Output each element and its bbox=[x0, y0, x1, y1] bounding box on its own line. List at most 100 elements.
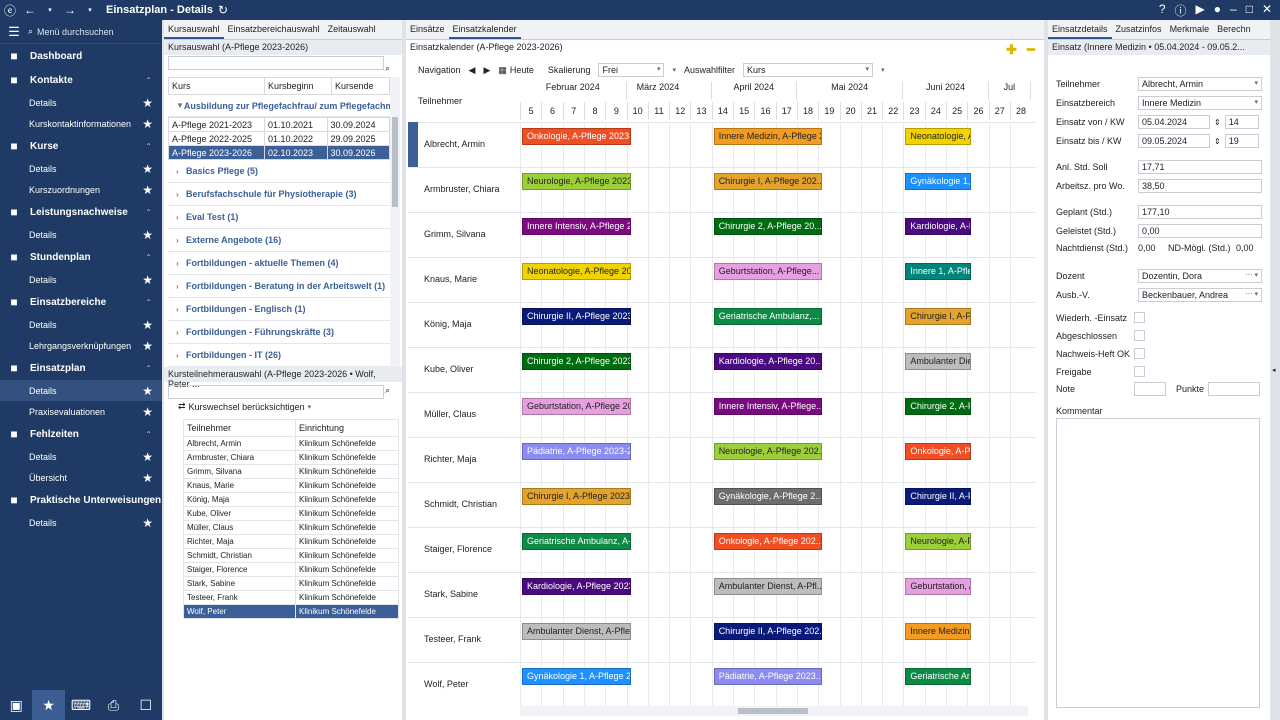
print-icon[interactable]: ⎙ bbox=[97, 690, 129, 720]
panel-icon[interactable]: ▣ bbox=[0, 690, 32, 720]
column-kursende[interactable]: Kursende bbox=[330, 77, 390, 95]
chevron-up-icon[interactable]: ⌃ bbox=[145, 496, 152, 505]
course-group[interactable]: › Basics Pflege (5) bbox=[168, 160, 390, 183]
punkte-field[interactable] bbox=[1208, 382, 1260, 396]
assignment-bar[interactable]: Kardiologie, A-Pflege 20... bbox=[713, 353, 823, 370]
assignment-bar[interactable]: Chirurgie II, A-Pflege 202... bbox=[713, 623, 823, 640]
nav-section-3[interactable]: ■ Leistungsnachweise ⌃ bbox=[0, 200, 162, 224]
chevron-down-icon[interactable]: ▾ bbox=[1254, 79, 1258, 87]
star-icon[interactable]: ★ bbox=[142, 117, 153, 131]
assignment-bar[interactable]: Ambulanter Dienst,... bbox=[905, 353, 972, 370]
checkbox[interactable] bbox=[1134, 312, 1145, 323]
course-group[interactable]: › Fortbildungen - Englisch (1) bbox=[168, 298, 390, 321]
calendar-participant[interactable]: Kube, Oliver bbox=[424, 364, 474, 374]
star-icon[interactable]: ★ bbox=[142, 384, 153, 398]
star-icon[interactable]: ★ bbox=[142, 228, 153, 242]
search-icon[interactable]: ⌕ bbox=[385, 385, 390, 396]
chevron-down-icon[interactable]: ▾ bbox=[881, 66, 885, 74]
note-field[interactable] bbox=[1134, 382, 1166, 396]
course-row[interactable]: A-Pflege 2022-2025 01.10.2022 29.09.2025 bbox=[168, 131, 390, 146]
course-group[interactable]: › Eval Test (1) bbox=[168, 206, 390, 229]
nav-item[interactable]: Details ★ bbox=[0, 314, 162, 335]
tab-zeitauswahl[interactable]: Zeitauswahl bbox=[324, 20, 380, 39]
today-button[interactable]: ▦ Heute bbox=[498, 65, 534, 76]
comment-field[interactable] bbox=[1056, 418, 1260, 708]
calendar-participant[interactable]: Knaus, Marie bbox=[424, 274, 477, 284]
dropdown-icon[interactable]: ▾ bbox=[80, 6, 100, 14]
assignment-bar[interactable]: Pädiatrie, A-Pflege 2023-2026 bbox=[522, 443, 631, 460]
tab-berechnung[interactable]: Berechn bbox=[1213, 20, 1255, 39]
chevron-down-icon[interactable]: ▾ bbox=[672, 66, 676, 74]
star-icon[interactable]: ★ bbox=[142, 339, 153, 353]
nav-item[interactable]: Details ★ bbox=[0, 92, 162, 113]
participant-row[interactable]: Knaus, Marie Klinikum Schönefelde bbox=[183, 478, 399, 493]
column-kurs[interactable]: Kurs bbox=[168, 77, 265, 95]
favorites-icon[interactable]: ★ bbox=[32, 690, 65, 720]
assignment-bar[interactable]: Gynäkologie 1, A-Pflege 2023... bbox=[522, 668, 631, 685]
chevron-up-icon[interactable]: ⌃ bbox=[145, 76, 152, 85]
participant-row[interactable]: Albrecht, Armin Klinikum Schönefelde bbox=[183, 436, 399, 451]
calendar-participant[interactable]: Albrecht, Armin bbox=[424, 139, 485, 149]
assignment-bar[interactable]: Chirurgie II, A-Pflege 2023-2026 bbox=[522, 308, 631, 325]
bis-field[interactable]: 09.05.2024 bbox=[1138, 134, 1210, 148]
tab-einsatzbereichauswahl[interactable]: Einsatzbereichauswahl bbox=[224, 20, 324, 39]
add-icon[interactable]: ✚ bbox=[1006, 42, 1017, 58]
chevron-up-icon[interactable]: ⌃ bbox=[145, 253, 152, 262]
assignment-bar[interactable]: Innere Medizin, A-Pflege 20... bbox=[713, 128, 823, 145]
az-field[interactable]: 38,50 bbox=[1138, 179, 1262, 193]
calendar-participant[interactable]: Müller, Claus bbox=[424, 409, 476, 419]
participant-search-input[interactable] bbox=[168, 385, 384, 399]
assignment-bar[interactable]: Geburtstation, A-Pflege 202... bbox=[522, 398, 631, 415]
remove-icon[interactable]: ━ bbox=[1027, 42, 1035, 58]
participant-row[interactable]: Wolf, Peter Klinikum Schönefelde bbox=[183, 604, 399, 619]
chevron-down-icon[interactable]: ▾ bbox=[1254, 98, 1258, 106]
calendar-participant[interactable]: Armbruster, Chiara bbox=[424, 184, 500, 194]
nachtdienst-value[interactable]: 0,00 bbox=[1138, 243, 1168, 253]
filter-select[interactable]: Kurs ▾ bbox=[743, 63, 873, 77]
assignment-bar[interactable]: Geriatrische Ambulanz, A-Pfle... bbox=[522, 533, 631, 550]
monitor-icon[interactable]: ⌨ bbox=[65, 690, 97, 720]
close-icon[interactable]: ✕ bbox=[1262, 2, 1272, 19]
calendar-participant[interactable]: Stark, Sabine bbox=[424, 589, 478, 599]
ausb-field[interactable]: Beckenbauer, Andrea ⋯ ▾ bbox=[1138, 288, 1262, 302]
nav-item[interactable]: Kurszuordnungen ★ bbox=[0, 179, 162, 200]
star-icon[interactable]: ★ bbox=[142, 318, 153, 332]
assignment-bar[interactable]: Chirurgie I, A-Pfle... bbox=[905, 308, 972, 325]
prev-icon[interactable]: ◀ bbox=[469, 65, 476, 76]
tab-merkmale[interactable]: Merkmale bbox=[1166, 20, 1214, 39]
chevron-up-icon[interactable]: ⌃ bbox=[145, 142, 152, 151]
scale-select[interactable]: Frei ▾ bbox=[598, 63, 665, 77]
von_kw-field[interactable]: 14 bbox=[1224, 115, 1259, 129]
assignment-bar[interactable]: Chirurgie 2, A-Pflege 2023-2026 bbox=[522, 353, 631, 370]
course-search-input[interactable] bbox=[168, 56, 384, 70]
star-icon[interactable]: ★ bbox=[142, 96, 153, 110]
participant-row[interactable]: Kube, Oliver Klinikum Schönefelde bbox=[183, 506, 399, 521]
nav-item[interactable]: Lehrgangsverknüpfungen ★ bbox=[0, 335, 162, 356]
participant-row[interactable]: Staiger, Florence Klinikum Schönefelde bbox=[183, 562, 399, 577]
tab-einsatzdetails[interactable]: Einsatzdetails bbox=[1048, 20, 1112, 39]
minimize-icon[interactable]: – bbox=[1230, 2, 1237, 19]
chevron-up-icon[interactable]: ⌃ bbox=[145, 298, 152, 307]
assignment-bar[interactable]: Pädiatrie, A-Pflege 2023... bbox=[713, 668, 823, 685]
calendar-participant[interactable]: Grimm, Silvana bbox=[424, 229, 486, 239]
star-icon[interactable]: ★ bbox=[142, 450, 153, 464]
checkbox[interactable] bbox=[1134, 348, 1145, 359]
assignment-bar[interactable]: Chirurgie I, A-Pflege 202... bbox=[713, 173, 823, 190]
assignment-bar[interactable]: Innere Intensiv, A-Pflege 2023-... bbox=[522, 218, 631, 235]
assignment-bar[interactable]: Geriatrische Ambulanz,... bbox=[713, 308, 823, 325]
column-kursbeginn[interactable]: Kursbeginn bbox=[264, 77, 332, 95]
star-icon[interactable]: ★ bbox=[142, 273, 153, 287]
assignment-bar[interactable]: Geburtstation, A-... bbox=[905, 578, 972, 595]
assignment-bar[interactable]: Gynäkologie, A-Pflege 2... bbox=[713, 488, 823, 505]
participant-row[interactable]: Testeer, Frank Klinikum Schönefelde bbox=[183, 590, 399, 605]
assignment-bar[interactable]: Neurologie, A-Pflege 202... bbox=[713, 443, 823, 460]
course-group-open[interactable]: ▼ Ausbildung zur Pflegefachfrau/ zum Pfle… bbox=[168, 95, 390, 117]
assignment-bar[interactable]: Geburtstation, A-Pflege... bbox=[713, 263, 823, 280]
chevron-up-icon[interactable]: ⌃ bbox=[145, 364, 152, 373]
nav-item[interactable]: Praxisevaluationen ★ bbox=[0, 401, 162, 422]
assignment-bar[interactable]: Onkologie, A-Pflege 202... bbox=[713, 533, 823, 550]
nav-item[interactable]: Kurskontaktinformationen ★ bbox=[0, 113, 162, 134]
assignment-bar[interactable]: Neurologie, A-Pfle... bbox=[905, 533, 972, 550]
play-icon[interactable]: ▶ bbox=[1196, 2, 1205, 19]
contact-icon[interactable]: ☐ bbox=[130, 690, 162, 720]
